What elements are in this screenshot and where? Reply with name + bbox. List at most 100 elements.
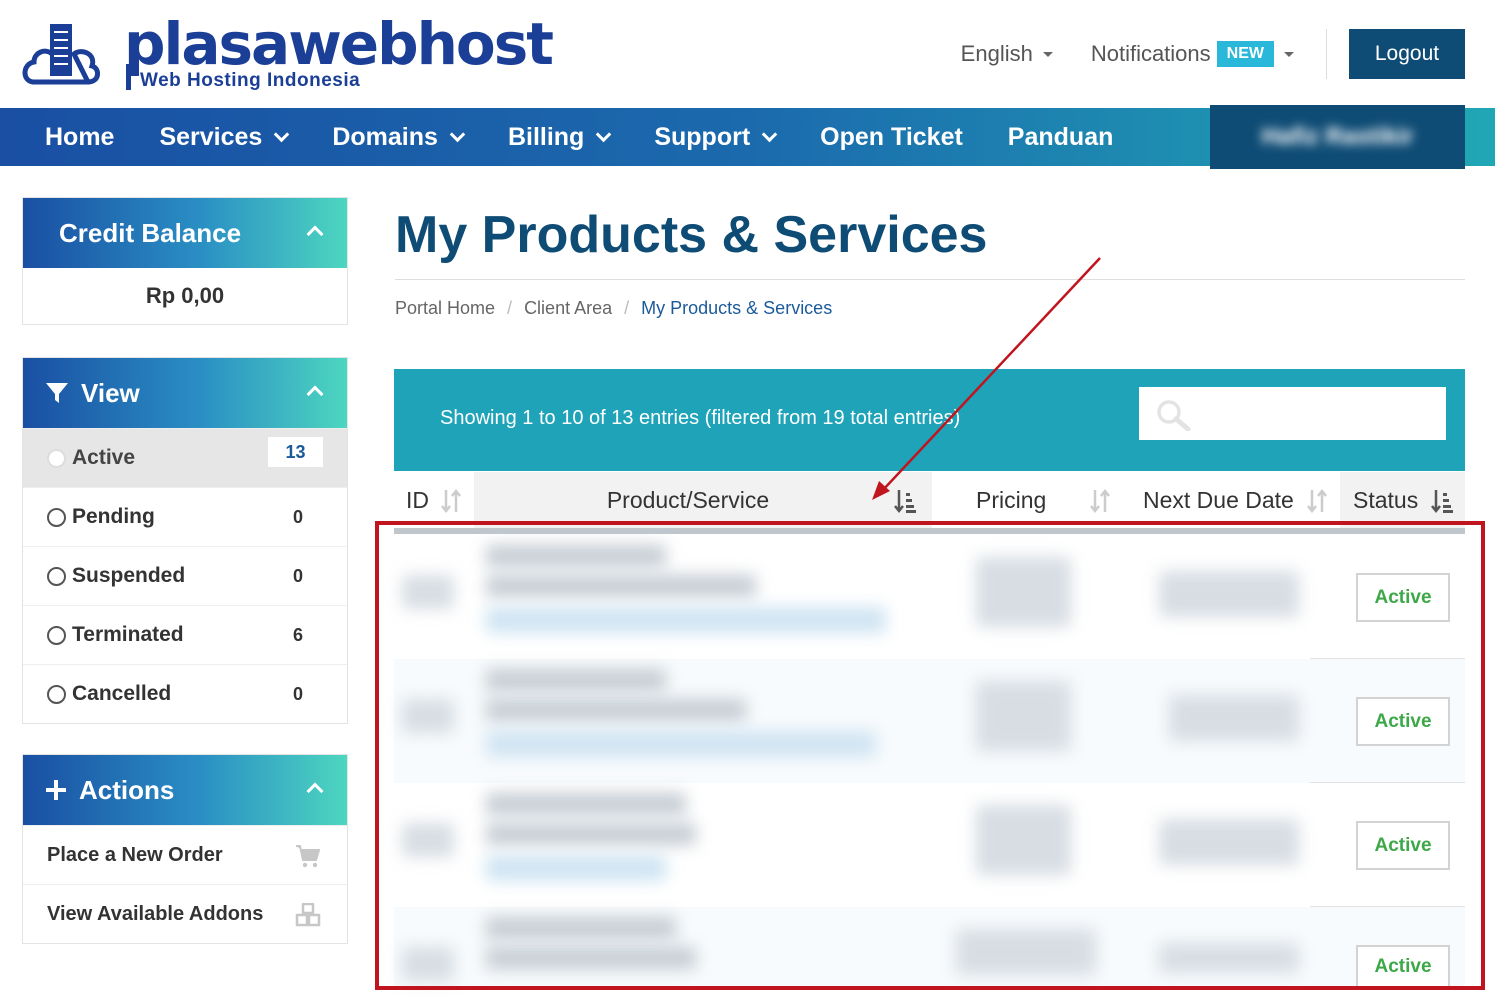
credit-balance-header[interactable]: Credit Balance <box>23 198 347 268</box>
nav-services-label: Services <box>159 122 263 151</box>
filter-cancelled[interactable]: Cancelled 0 <box>23 664 347 723</box>
credit-balance-title: Credit Balance <box>59 217 242 248</box>
caret-down-icon <box>1042 51 1053 57</box>
chevron-up-icon[interactable] <box>306 385 324 403</box>
blurred-product <box>486 947 696 969</box>
filter-pending[interactable]: Pending 0 <box>23 487 347 546</box>
top-divider <box>1326 29 1327 79</box>
view-title: View <box>81 377 140 408</box>
radio-icon <box>47 566 66 586</box>
blurred-domain <box>486 731 876 757</box>
table-row[interactable]: Active <box>394 535 1465 659</box>
table-toolbar: Showing 1 to 10 of 13 entries (filtered … <box>394 369 1465 471</box>
language-dropdown[interactable]: English <box>961 41 1053 67</box>
filter-icon <box>46 383 68 403</box>
filter-label: Active <box>72 446 136 469</box>
column-header-pricing[interactable]: Pricing <box>932 472 1127 528</box>
chevron-up-icon[interactable] <box>306 225 324 243</box>
breadcrumb: Portal Home / Client Area / My Products … <box>395 298 832 319</box>
breadcrumb-client-area[interactable]: Client Area <box>524 298 612 319</box>
blurred-due-date <box>1159 819 1299 865</box>
notifications-dropdown[interactable]: Notifications NEW <box>1091 41 1294 67</box>
nav-services[interactable]: Services <box>159 122 290 152</box>
nav-domains[interactable]: Domains <box>332 123 466 152</box>
chevron-down-icon <box>274 126 290 142</box>
blurred-id <box>402 947 454 981</box>
filter-terminated[interactable]: Terminated 6 <box>23 605 347 664</box>
nav-support-label: Support <box>654 122 751 151</box>
blurred-product <box>486 823 696 845</box>
sort-ascending-icon <box>894 490 916 514</box>
view-header[interactable]: View <box>23 358 347 428</box>
filter-suspended[interactable]: Suspended 0 <box>23 546 347 605</box>
nav-home[interactable]: Home <box>45 123 114 152</box>
view-addons-link[interactable]: View Available Addons <box>23 884 347 943</box>
nav-open-ticket[interactable]: Open Ticket <box>820 123 963 152</box>
nav-panduan-label: Panduan <box>1007 122 1114 151</box>
user-account-menu[interactable]: Hafiz Rastikir <box>1210 105 1465 169</box>
nav-open-ticket-label: Open Ticket <box>820 122 963 151</box>
filter-label: Suspended <box>72 564 186 587</box>
table-row[interactable]: Active <box>394 659 1465 783</box>
cart-icon <box>296 845 321 868</box>
caret-down-icon <box>1284 51 1294 57</box>
breadcrumb-portal-home[interactable]: Portal Home <box>395 298 495 319</box>
radio-icon <box>47 507 66 527</box>
breadcrumb-current: My Products & Services <box>641 298 833 318</box>
chevron-down-icon <box>596 126 612 142</box>
credit-balance-panel: Credit Balance Rp 0,00 <box>22 197 348 325</box>
filter-label: Cancelled <box>72 682 172 705</box>
radio-icon <box>47 684 66 704</box>
column-header-product[interactable]: Product/Service <box>474 472 932 528</box>
nav-panduan[interactable]: Panduan <box>1008 123 1114 152</box>
table-search-input[interactable] <box>1139 387 1446 440</box>
sort-icon <box>1090 488 1110 514</box>
chevron-down-icon <box>449 126 466 142</box>
action-label: Place a New Order <box>47 843 223 866</box>
cloud-server-icon <box>22 24 100 85</box>
sort-icon <box>1307 488 1327 514</box>
filter-count: 13 <box>268 437 323 467</box>
filter-label: Terminated <box>72 623 184 646</box>
breadcrumb-separator: / <box>624 298 630 318</box>
page-title: My Products & Services <box>395 206 988 264</box>
blurred-pricing <box>976 805 1071 875</box>
language-label: English <box>960 41 1033 66</box>
filter-count: 6 <box>292 624 303 645</box>
radio-icon <box>47 448 66 468</box>
logo-accent-bar <box>126 64 131 90</box>
blurred-product <box>486 793 686 815</box>
new-badge: NEW <box>1216 41 1274 67</box>
nav-support[interactable]: Support <box>654 122 778 152</box>
column-label: Product/Service <box>606 486 770 513</box>
search-icon <box>1157 400 1191 431</box>
cubes-icon <box>295 903 321 927</box>
main-navigation: Home Services Domains Billing Support Op… <box>0 105 1495 169</box>
filter-count: 0 <box>292 506 303 527</box>
column-header-next-due-date[interactable]: Next Due Date <box>1127 472 1340 528</box>
blurred-due-date <box>1159 571 1299 617</box>
table-row[interactable]: Active <box>394 907 1465 990</box>
filter-active[interactable]: Active 13 <box>23 428 347 487</box>
column-header-status[interactable]: Status <box>1340 472 1465 528</box>
table-row[interactable]: Active <box>394 783 1465 907</box>
actions-header[interactable]: Actions <box>23 755 347 825</box>
filter-count: 0 <box>292 565 303 586</box>
site-logo[interactable]: plasawebhost Web Hosting Indonesia <box>20 12 554 102</box>
status-badge[interactable]: Active <box>1356 697 1450 746</box>
blurred-product <box>486 575 756 597</box>
nav-billing[interactable]: Billing <box>508 123 612 152</box>
status-badge[interactable]: Active <box>1356 945 1450 988</box>
status-badge[interactable]: Active <box>1356 573 1450 622</box>
actions-panel: Actions Place a New Order View Available… <box>22 754 348 944</box>
blurred-due-date <box>1169 695 1299 741</box>
blurred-due-date <box>1159 943 1299 973</box>
place-new-order-link[interactable]: Place a New Order <box>23 825 347 884</box>
brand-name: plasawebhost <box>124 10 554 78</box>
logout-button[interactable]: Logout <box>1349 29 1465 79</box>
chevron-up-icon[interactable] <box>306 782 324 800</box>
sort-ascending-icon <box>1431 490 1453 514</box>
brand-tagline: Web Hosting Indonesia <box>140 70 361 91</box>
status-badge[interactable]: Active <box>1356 821 1450 870</box>
column-header-id[interactable]: ID <box>394 472 474 528</box>
